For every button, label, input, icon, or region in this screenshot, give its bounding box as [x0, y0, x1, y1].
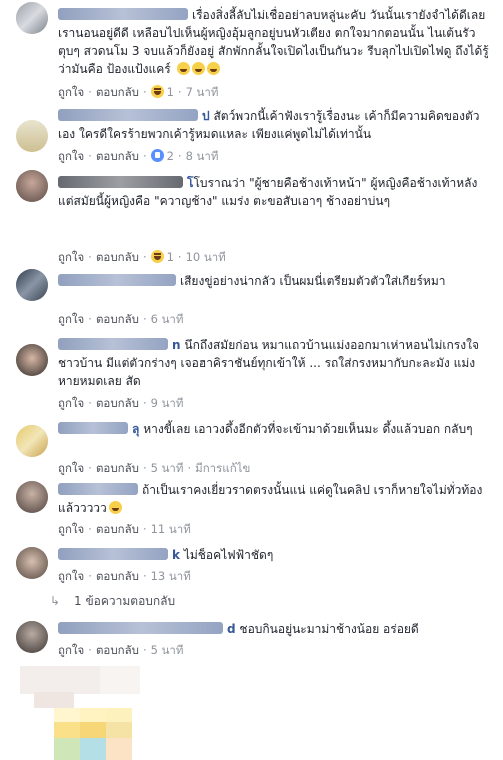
reaction-count[interactable]: 1 [167, 85, 174, 99]
reply-link[interactable]: ตอบกลับ [96, 461, 139, 475]
reaction-count[interactable]: 1 [167, 250, 174, 264]
comment-text: เรื่องสิ่งลี้ลับไม่เชื่ออย่าลบหลู่นะคับ … [58, 8, 489, 76]
view-replies-link[interactable]: ↳ 1 ข้อความตอบกลับ [50, 592, 175, 611]
timestamp[interactable]: 8 นาที [186, 149, 219, 163]
comment-actions: ถูกใจ · ตอบกลับ · 1 · 10 นาที [58, 250, 226, 264]
comment-text: โโบราณว่า "ผู้ชายคือช้างเท้าหน้า" ผู้หญิ… [58, 176, 478, 208]
reaction-count[interactable]: 2 [167, 149, 174, 163]
like-link[interactable]: ถูกใจ [58, 396, 84, 410]
comment-actions: ถูกใจ · ตอบกลับ · 11 นาที [58, 522, 191, 536]
like-reaction-icon[interactable] [150, 149, 164, 162]
laughing-emoji-icon [176, 62, 190, 75]
like-link[interactable]: ถูกใจ [58, 85, 84, 99]
avatar[interactable] [16, 170, 48, 202]
like-link[interactable]: ถูกใจ [58, 461, 84, 475]
comment-text: d ชอบกินอยู่นะมาม่าช้างน้อย อร่อยดี [58, 620, 495, 638]
avatar[interactable] [16, 425, 48, 457]
blurred-image [14, 664, 214, 760]
commenter-name[interactable] [58, 622, 223, 634]
comment-text: ป สัตว์พวกนี้เค้าฟังเรารู้เรื่องนะ เค้าก… [58, 109, 480, 141]
timestamp[interactable]: 11 นาที [151, 522, 191, 536]
comment-actions: ถูกใจ · ตอบกลับ · 1 · 7 นาที [58, 85, 219, 99]
commenter-name[interactable] [58, 8, 188, 20]
reply-link[interactable]: ตอบกลับ [96, 396, 139, 410]
timestamp[interactable]: 9 นาที [151, 396, 184, 410]
commenter-name[interactable] [58, 422, 128, 434]
commenter-name[interactable] [58, 548, 168, 560]
timestamp[interactable]: 10 นาที [186, 250, 226, 264]
comment-actions: ถูกใจ · ตอบกลับ · 2 · 8 นาที [58, 149, 219, 163]
avatar[interactable] [16, 481, 48, 513]
like-link[interactable]: ถูกใจ [58, 569, 84, 583]
timestamp[interactable]: 5 นาที [151, 643, 184, 657]
like-link[interactable]: ถูกใจ [58, 643, 84, 657]
like-link[interactable]: ถูกใจ [58, 149, 84, 163]
reply-link[interactable]: ตอบกลับ [96, 569, 139, 583]
timestamp[interactable]: 13 นาที [151, 569, 191, 583]
commenter-name[interactable] [58, 109, 198, 121]
comment-text: เสียงขู่อย่างน่ากลัว เป็นผมนี่เตรียมตัวต… [58, 272, 495, 290]
reply-arrow-icon: ↳ [50, 594, 61, 608]
comment-actions: ถูกใจ · ตอบกลับ · 5 นาที [58, 643, 184, 657]
reply-link[interactable]: ตอบกลับ [96, 250, 139, 264]
comment-text: ถ้าเป็นเราคงเยี่ยวราดตรงนั้นแน่ แค่ดูในค… [58, 483, 483, 515]
avatar[interactable] [16, 344, 48, 376]
laughing-emoji-icon [191, 62, 205, 75]
avatar[interactable] [16, 547, 48, 579]
timestamp[interactable]: 5 นาที [151, 461, 184, 475]
reply-link[interactable]: ตอบกลับ [96, 149, 139, 163]
avatar[interactable] [16, 2, 48, 34]
reply-link[interactable]: ตอบกลับ [96, 312, 139, 326]
comment-text: n นึกถึงสมัยก่อน หมาแถวบ้านแม่งออกมาเห่า… [58, 338, 479, 388]
haha-reaction-icon[interactable] [150, 250, 164, 263]
haha-reaction-icon[interactable] [150, 85, 164, 98]
like-link[interactable]: ถูกใจ [58, 312, 84, 326]
reply-link[interactable]: ตอบกลับ [96, 85, 139, 99]
commenter-name[interactable] [58, 274, 176, 286]
comment-text: k ไม่ช็อคไฟฟ้าชัดๆ [58, 546, 495, 564]
comment-actions: ถูกใจ · ตอบกลับ · 5 นาที · มีการแก้ไข [58, 461, 251, 475]
commenter-name[interactable] [58, 483, 138, 495]
comment-actions: ถูกใจ · ตอบกลับ · 13 นาที [58, 569, 191, 583]
comment-text: ลุ หางขี้เลย เอาวงดึ้งอีกตัวที่จะเข้ามาด… [58, 420, 495, 438]
timestamp[interactable]: 7 นาที [186, 85, 219, 99]
laughing-emoji-icon [108, 501, 122, 514]
like-link[interactable]: ถูกใจ [58, 250, 84, 264]
comment-actions: ถูกใจ · ตอบกลับ · 9 นาที [58, 396, 184, 410]
commenter-name[interactable] [58, 338, 168, 350]
reply-link[interactable]: ตอบกลับ [96, 522, 139, 536]
avatar[interactable] [16, 621, 48, 653]
timestamp[interactable]: 6 นาที [151, 312, 184, 326]
laughing-emoji-icon [206, 62, 220, 75]
like-link[interactable]: ถูกใจ [58, 522, 84, 536]
edited-label[interactable]: มีการแก้ไข [195, 461, 250, 475]
avatar[interactable] [16, 120, 48, 152]
avatar[interactable] [16, 269, 48, 301]
comment-actions: ถูกใจ · ตอบกลับ · 6 นาที [58, 312, 184, 326]
commenter-name[interactable] [58, 176, 183, 188]
reply-link[interactable]: ตอบกลับ [96, 643, 139, 657]
